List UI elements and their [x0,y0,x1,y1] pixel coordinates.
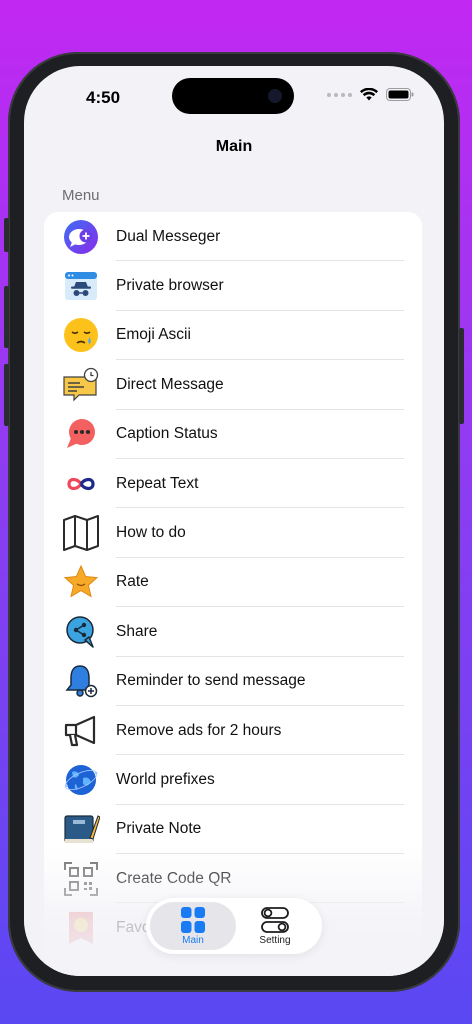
tab-bar: Main Setting [146,898,322,954]
menu-item-rate[interactable]: Rate [44,558,422,608]
favorite-badge-icon [62,909,100,947]
qr-code-icon [62,860,100,898]
status-icons [327,88,414,101]
menu-item-emoji-ascii[interactable]: Emoji Ascii [44,311,422,361]
power-button [459,328,464,424]
tab-main[interactable]: Main [150,902,236,950]
menu-item-label: Repeat Text [116,474,199,492]
menu-item-label: Private Note [116,820,202,838]
app-screen: 4:50 Main Menu Dual Messeger Private bro… [24,66,444,976]
grid-icon [181,907,205,933]
menu-item-label: How to do [116,524,186,542]
menu-item-label: Rate [116,573,149,591]
menu-item-private-browser[interactable]: Private browser [44,261,422,311]
megaphone-icon [62,712,100,750]
status-time: 4:50 [86,88,121,107]
wifi-icon [360,88,378,101]
volume-down-button [4,364,9,426]
battery-icon [386,88,414,101]
toggles-icon [261,907,289,933]
menu-item-direct-message[interactable]: Direct Message [44,360,422,410]
menu-list: Dual Messeger Private browser Emoji Asci… [44,212,422,976]
dynamic-island [172,78,294,114]
action-button [4,218,9,252]
menu-item-dual-messenger[interactable]: Dual Messeger [44,212,422,262]
incognito-browser-icon [62,267,100,305]
map-icon [62,514,100,552]
menu-item-share[interactable]: Share [44,607,422,657]
direct-message-icon [62,366,100,404]
menu-item-reminder[interactable]: Reminder to send message [44,657,422,706]
volume-up-button [4,286,9,348]
cellular-signal-icon [327,92,352,97]
sleepy-emoji-icon [62,316,100,354]
menu-item-label: Caption Status [116,425,218,443]
menu-item-label: Share [116,622,158,640]
menu-item-label: World prefixes [116,770,215,788]
dual-messenger-icon [62,218,100,256]
menu-item-world-prefixes[interactable]: World prefixes [44,755,422,805]
tab-label: Main [182,935,204,946]
camera-icon [268,89,282,103]
menu-item-label: Direct Message [116,375,224,393]
bell-icon [62,662,100,700]
menu-item-label: Dual Messeger [116,227,221,245]
infinity-icon [62,465,100,503]
menu-item-label: Private browser [116,277,224,295]
share-icon [62,613,100,651]
menu-item-label: Reminder to send message [116,672,306,690]
tab-label: Setting [259,935,291,946]
menu-item-how-to-do[interactable]: How to do [44,508,422,558]
menu-item-caption-status[interactable]: Caption Status [44,410,422,459]
chat-bubble-icon [62,415,100,453]
menu-item-create-qr[interactable]: Create Code QR [44,854,422,904]
menu-item-label: Remove ads for 2 hours [116,721,282,739]
notebook-icon [62,810,100,848]
page-title: Main [215,138,253,155]
tab-setting[interactable]: Setting [232,902,318,950]
menu-item-repeat-text[interactable]: Repeat Text [44,459,422,509]
menu-item-remove-ads[interactable]: Remove ads for 2 hours [44,706,422,756]
menu-item-label: Emoji Ascii [116,326,191,344]
menu-item-label: Create Code QR [116,869,232,887]
menu-item-private-note[interactable]: Private Note [44,805,422,855]
globe-icon [62,761,100,799]
star-icon [62,563,100,601]
menu-section-header: Menu [62,187,100,204]
